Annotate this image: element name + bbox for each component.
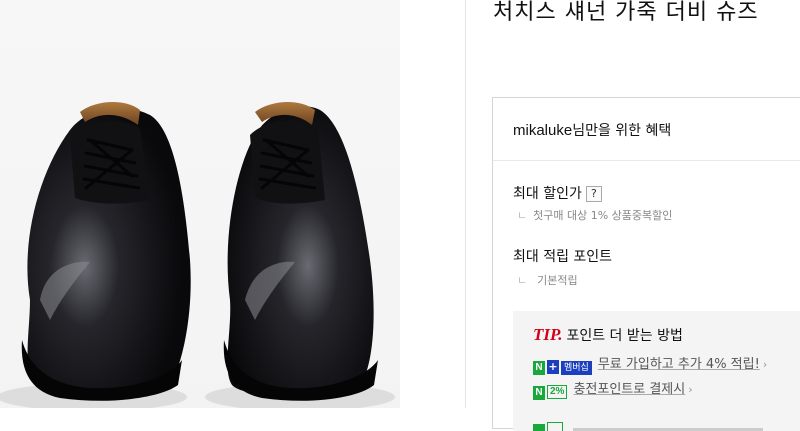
- user-name: mikaluke: [513, 122, 573, 139]
- chevron-right-icon: ›: [688, 383, 693, 396]
- charge-points-row[interactable]: N 2% 충전포인트로 결제시 ›: [533, 378, 693, 400]
- benefits-header: mikaluke님만을 위한 혜택: [493, 98, 800, 161]
- membership-badge: 멤버십: [561, 361, 592, 375]
- cut-off-row: [533, 422, 793, 431]
- percent-badge: 2%: [547, 385, 568, 399]
- benefits-panel: mikaluke님만을 위한 혜택 최대 할인가? ㄴ 첫구매 대상 1% 상품중…: [492, 97, 800, 431]
- membership-link[interactable]: 무료 가입하고 추가 4% 적립!: [598, 357, 760, 372]
- discount-detail-text: 첫구매 대상 1% 상품중복할인: [533, 209, 673, 222]
- branch-icon: ㄴ: [517, 209, 528, 222]
- help-icon[interactable]: ?: [585, 186, 602, 202]
- shoes-illustration: [0, 0, 400, 408]
- tip-title-text: 포인트 더 받는 방법: [566, 328, 683, 344]
- tip-word: TIP.: [533, 325, 563, 344]
- naver-n-icon: N: [533, 361, 545, 375]
- product-image[interactable]: [0, 0, 400, 408]
- max-discount-text: 최대 할인가: [513, 186, 582, 202]
- discount-detail: ㄴ 첫구매 대상 1% 상품중복할인: [517, 207, 672, 223]
- benefits-header-suffix: 님만을 위한 혜택: [572, 123, 672, 139]
- tip-title: TIP. 포인트 더 받는 방법: [533, 325, 683, 345]
- tip-box: TIP. 포인트 더 받는 방법 N + 멤버십 무료 가입하고 추가 4% 적립! › …: [513, 311, 800, 431]
- column-divider: [465, 0, 466, 408]
- max-discount-label: 최대 할인가?: [513, 183, 602, 203]
- charge-points-link[interactable]: 충전포인트로 결제시: [573, 382, 685, 397]
- chevron-right-icon: ›: [762, 358, 768, 371]
- plus-icon: +: [547, 360, 559, 374]
- points-detail: ㄴ 기본적립: [517, 272, 578, 288]
- points-detail-text: 기본적립: [537, 274, 578, 287]
- naver-n-icon: N: [533, 386, 545, 400]
- max-points-label: 최대 적립 포인트: [513, 249, 613, 265]
- membership-row[interactable]: N + 멤버십 무료 가입하고 추가 4% 적립! ›: [533, 353, 768, 375]
- product-title: 처치스 섀넌 가죽 더비 슈즈: [493, 0, 759, 25]
- branch-icon: ㄴ: [517, 274, 528, 287]
